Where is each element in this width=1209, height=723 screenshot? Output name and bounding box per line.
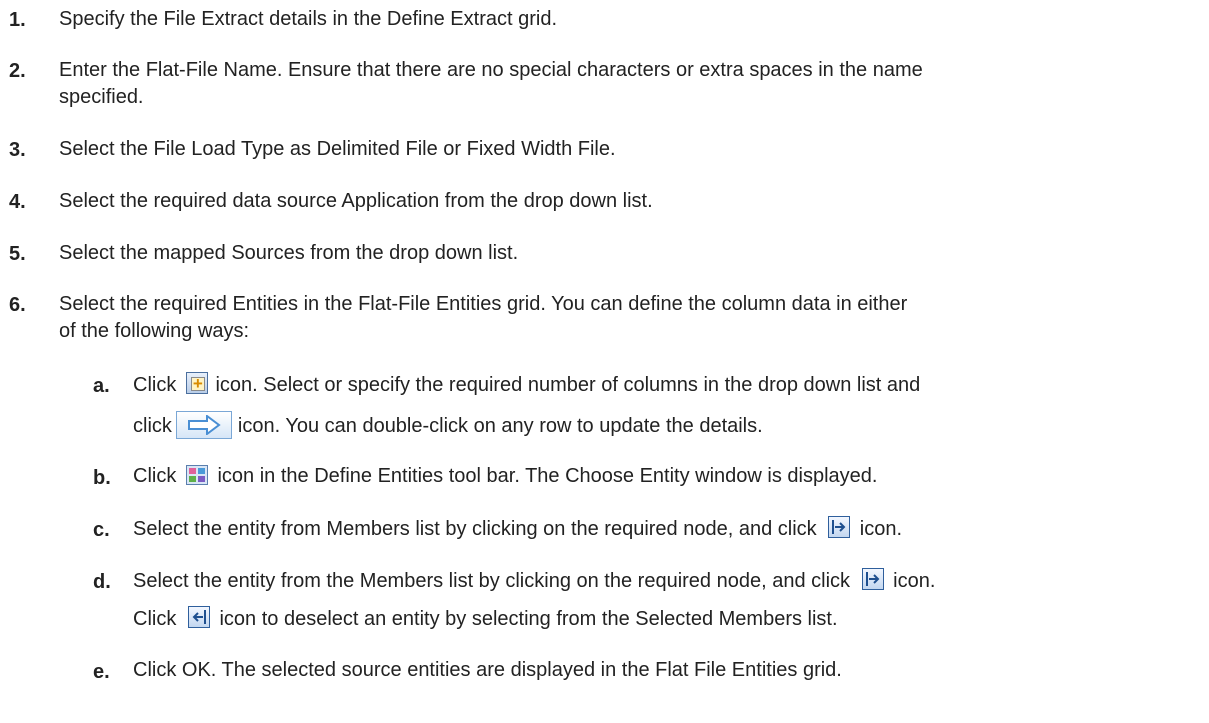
step-text: Select the mapped Sources from the drop … bbox=[59, 242, 519, 264]
text-segment: icon. You can double-click on any row to… bbox=[237, 415, 763, 437]
step-number: 2. bbox=[9, 60, 26, 82]
step-text: Select the required data source Applicat… bbox=[59, 190, 653, 212]
substep-line1: Click icon. Select or specify the requir… bbox=[133, 372, 920, 397]
text-segment: Click bbox=[133, 374, 177, 396]
arrow-button-icon[interactable] bbox=[175, 411, 232, 439]
text-segment: Click bbox=[133, 608, 177, 630]
text-segment: Select the entity from Members list by c… bbox=[133, 518, 817, 540]
step-number: 3. bbox=[9, 139, 26, 161]
text-segment: icon. Select or specify the required num… bbox=[215, 374, 921, 396]
substep-letter: c. bbox=[93, 519, 110, 541]
text-segment: icon in the Define Entities tool bar. Th… bbox=[217, 465, 878, 487]
text-segment: icon to deselect an entity by selecting … bbox=[219, 608, 838, 630]
substep-letter: b. bbox=[93, 467, 111, 489]
text-segment: Click bbox=[133, 465, 177, 487]
step-text-line2: specified. bbox=[59, 86, 144, 108]
define-entities-icon[interactable] bbox=[185, 465, 208, 485]
text-segment: click bbox=[133, 415, 172, 437]
step-number: 6. bbox=[9, 294, 26, 316]
text-segment: icon. bbox=[859, 518, 903, 540]
text-segment: icon. bbox=[893, 570, 936, 592]
step-text-line1: Enter the Flat-File Name. Ensure that th… bbox=[59, 59, 923, 81]
step-text-line2: of the following ways: bbox=[59, 320, 250, 342]
step-number: 4. bbox=[9, 191, 26, 213]
step-number: 5. bbox=[9, 243, 26, 265]
substep-letter: a. bbox=[93, 375, 110, 397]
deselect-member-icon[interactable] bbox=[187, 606, 210, 628]
substep-line2: click icon. You can double-click on any r… bbox=[133, 411, 763, 439]
substep-line1: Select the entity from the Members list … bbox=[133, 568, 935, 593]
select-member-icon[interactable] bbox=[828, 516, 851, 538]
substep-text: Click OK. The selected source entities a… bbox=[133, 659, 842, 681]
step-text: Specify the File Extract details in the … bbox=[59, 8, 557, 30]
substep-line: Click icon in the Define Entities tool b… bbox=[133, 464, 877, 488]
text-segment: Select the entity from the Members list … bbox=[133, 570, 851, 592]
substep-line: Select the entity from Members list by c… bbox=[133, 516, 902, 541]
add-row-icon[interactable] bbox=[185, 372, 208, 396]
substep-line2: Click icon to deselect an entity by sele… bbox=[133, 606, 838, 631]
select-member-icon[interactable] bbox=[861, 568, 884, 590]
step-text: Select the File Load Type as Delimited F… bbox=[59, 138, 616, 160]
step-text-line1: Select the required Entities in the Flat… bbox=[59, 293, 908, 315]
step-number: 1. bbox=[9, 9, 26, 31]
substep-letter: e. bbox=[93, 661, 110, 683]
substep-letter: d. bbox=[93, 571, 111, 593]
